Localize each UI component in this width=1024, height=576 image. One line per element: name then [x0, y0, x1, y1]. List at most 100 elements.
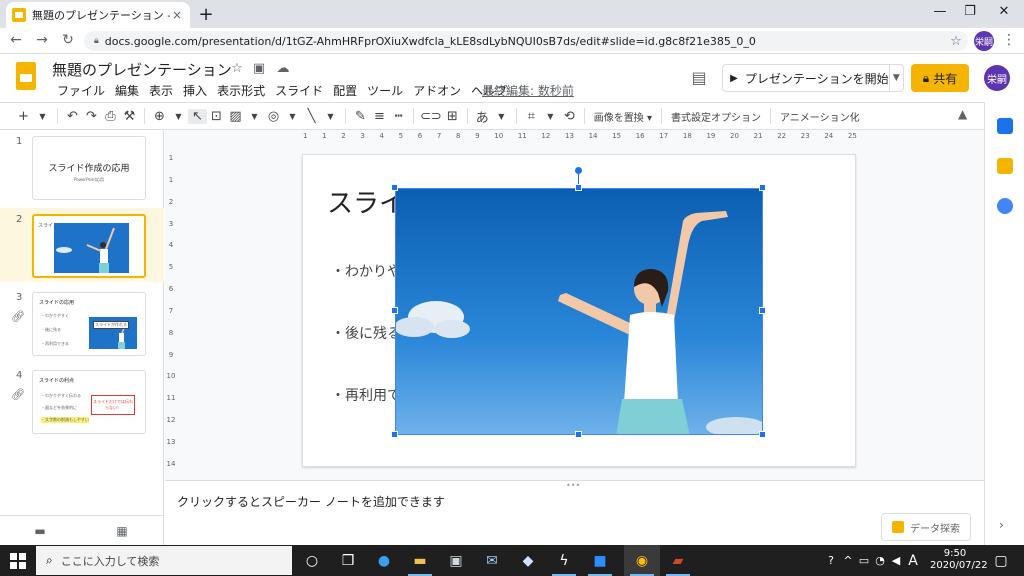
last-edit-link[interactable]: 最終編集: 数秒前 — [482, 82, 574, 99]
edge-icon[interactable]: ● — [366, 545, 402, 576]
browser-profile-avatar[interactable]: 栄嗣 — [974, 31, 994, 51]
taskbar-search[interactable]: ⌕ ここに入力して検索 — [36, 546, 292, 575]
menu-slide[interactable]: スライド — [270, 82, 328, 99]
lock-icon[interactable]: 🔒︎ — [94, 36, 99, 46]
tray-overflow-icon[interactable]: ^ — [840, 554, 856, 567]
resize-handle-nw[interactable] — [391, 184, 398, 191]
resize-handle-e[interactable] — [759, 307, 766, 314]
border-dash-icon[interactable]: ┅ — [389, 109, 408, 124]
slide-preview[interactable]: スライドの利点 ・わかりやすく伝わる ・図などを効果的に ・文字数の削減もしやす… — [32, 370, 146, 434]
present-dropdown-icon[interactable]: ▼ — [888, 65, 903, 91]
slide-thumbnail-2[interactable]: 2 スライド — [0, 208, 164, 282]
windows-start-icon[interactable] — [10, 553, 26, 569]
keep-icon[interactable] — [997, 158, 1013, 174]
line-dropdown-icon[interactable]: ▼ — [321, 112, 340, 121]
explore-button[interactable]: データ探索 — [881, 513, 971, 541]
crop-icon[interactable]: ⌗ — [522, 109, 541, 124]
calendar-icon[interactable] — [997, 118, 1013, 134]
slide-thumbnail-4[interactable]: 4 🔗︎ スライドの利点 ・わかりやすく伝わる ・図などを効果的に ・文字数の削… — [0, 364, 164, 438]
bookmark-star-icon[interactable]: ☆ — [944, 34, 968, 49]
cloud-status-icon[interactable]: ☁ — [274, 61, 292, 76]
image-dropdown-icon[interactable]: ▼ — [245, 112, 264, 121]
share-button[interactable]: 🔒︎ 共有 — [911, 64, 969, 92]
zoom-dropdown-icon[interactable]: ▼ — [169, 112, 188, 121]
slide-thumbnail-1[interactable]: 1 スライド作成の応用 PowerPoint応用 — [0, 130, 164, 204]
new-tab-button[interactable]: + — [196, 4, 216, 25]
text-box-icon[interactable]: ⊡ — [207, 109, 226, 124]
list-view-icon[interactable]: ▬ — [30, 524, 50, 538]
mask-dropdown-icon[interactable]: ▼ — [541, 112, 560, 121]
slide-preview[interactable]: スライド — [32, 214, 146, 278]
window-minimize-button[interactable]: — — [926, 4, 954, 19]
resize-handle-s[interactable] — [575, 431, 582, 438]
slide-bullet-3[interactable]: ・再利用で — [331, 385, 401, 405]
present-button[interactable]: ▶ プレゼンテーションを開始 ▼ — [722, 64, 904, 92]
resize-handle-ne[interactable] — [759, 184, 766, 191]
input-tools-icon[interactable]: あ — [473, 107, 492, 126]
resize-handle-w[interactable] — [391, 307, 398, 314]
star-icon[interactable]: ☆ — [228, 61, 246, 76]
user-avatar[interactable]: 栄嗣 — [984, 65, 1010, 91]
menu-insert[interactable]: 挿入 — [178, 82, 212, 99]
collapse-toolbar-icon[interactable]: ▲ — [958, 107, 967, 121]
back-icon[interactable]: ← — [6, 32, 26, 48]
menu-tools[interactable]: ツール — [362, 82, 408, 99]
cortana-icon[interactable]: ○ — [294, 545, 330, 576]
new-slide-plus-icon[interactable]: + — [14, 109, 33, 124]
document-title[interactable]: 無題のプレゼンテーション — [52, 59, 232, 80]
input-tools-dropdown-icon[interactable]: ▼ — [492, 112, 511, 121]
slide-thumbnail-3[interactable]: 3 🔗︎ スライドの応用 ・わかりやすく ・後に残る ・再利用できる スライドが… — [0, 286, 164, 360]
network-icon[interactable]: ◔ — [872, 554, 888, 567]
forward-icon[interactable]: → — [32, 32, 52, 48]
menu-addons[interactable]: アドオン — [408, 82, 466, 99]
ime-indicator[interactable]: A — [904, 553, 922, 569]
browser-tab[interactable]: 無題のプレゼンテーション - Google ス × — [6, 2, 190, 28]
store-icon[interactable]: ▣ — [438, 545, 474, 576]
menu-edit[interactable]: 編集 — [110, 82, 144, 99]
browser-menu-icon[interactable]: ⋮ — [1000, 32, 1018, 48]
tab-close-icon[interactable]: × — [170, 8, 184, 22]
app-bolt-icon[interactable]: ϟ — [546, 545, 582, 576]
image-icon[interactable]: ▨ — [226, 109, 245, 124]
rotate-handle[interactable] — [575, 167, 582, 174]
grid-view-icon[interactable]: ▦ — [112, 524, 132, 538]
reload-icon[interactable]: ↻ — [58, 32, 78, 48]
reset-image-icon[interactable]: ⟲ — [560, 109, 579, 124]
shape-dropdown-icon[interactable]: ▼ — [283, 112, 302, 121]
paint-format-icon[interactable]: ⚒ — [120, 109, 139, 124]
line-icon[interactable]: ╲ — [302, 109, 321, 124]
slide-bullet-2[interactable]: ・後に残る — [331, 323, 401, 343]
move-folder-icon[interactable]: ▣ — [250, 61, 268, 76]
tasks-icon[interactable] — [997, 198, 1013, 214]
slides-logo-icon[interactable] — [16, 62, 36, 90]
resize-handle-se[interactable] — [759, 431, 766, 438]
menu-arrange[interactable]: 配置 — [328, 82, 362, 99]
zoom-icon[interactable]: ■ — [582, 545, 618, 576]
selected-photo[interactable] — [395, 188, 763, 435]
file-explorer-icon[interactable]: ▬ — [402, 545, 438, 576]
powerpoint-icon[interactable]: ▰ — [660, 545, 696, 576]
shape-icon[interactable]: ◎ — [264, 109, 283, 124]
notification-icon[interactable]: ▢ — [986, 545, 1016, 576]
menu-format[interactable]: 表示形式 — [212, 82, 270, 99]
window-close-button[interactable]: ✕ — [990, 4, 1018, 19]
animate-button[interactable]: アニメーション化 — [776, 109, 864, 124]
dropbox-icon[interactable]: ◆ — [510, 545, 546, 576]
battery-icon[interactable]: ▭ — [856, 554, 872, 567]
slide-canvas[interactable]: スライ ・わかりや ・後に残る ・再利用で — [302, 154, 856, 467]
comments-icon[interactable]: ▤ — [688, 68, 710, 87]
replace-image-button[interactable]: 画像を置換 ▾ — [590, 109, 656, 124]
print-icon[interactable]: ⎙ — [101, 109, 120, 124]
border-color-icon[interactable]: ✎ — [351, 109, 370, 124]
add-comment-icon[interactable]: ⊞ — [443, 109, 462, 124]
help-icon[interactable]: ? — [822, 554, 840, 567]
undo-icon[interactable]: ↶ — [63, 109, 82, 124]
format-options-button[interactable]: 書式設定オプション — [667, 109, 765, 124]
resize-handle-n[interactable] — [575, 184, 582, 191]
redo-icon[interactable]: ↷ — [82, 109, 101, 124]
slide-preview[interactable]: スライドの応用 ・わかりやすく ・後に残る ・再利用できる スライドが作れる — [32, 292, 146, 356]
resize-handle-sw[interactable] — [391, 431, 398, 438]
border-weight-icon[interactable]: ≡ — [370, 109, 389, 124]
address-bar[interactable]: 🔒︎ docs.google.com/presentation/d/1tGZ-A… — [84, 31, 968, 51]
task-view-icon[interactable]: ❒ — [330, 545, 366, 576]
